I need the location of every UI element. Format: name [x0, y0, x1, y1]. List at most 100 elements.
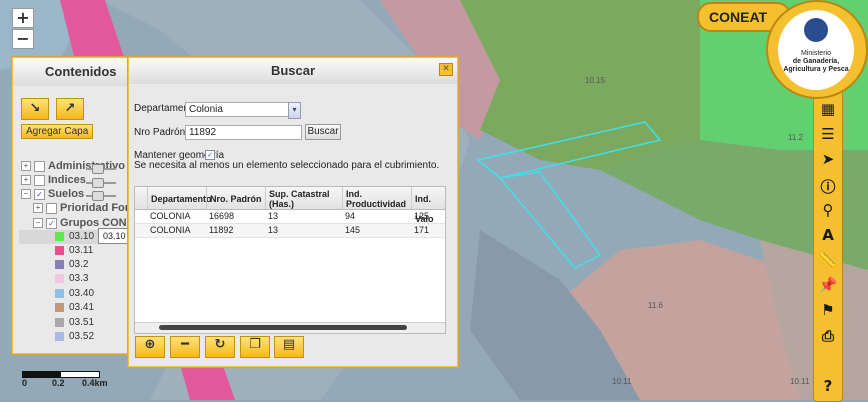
pin-icon[interactable]: 📌	[817, 276, 839, 296]
legend-swatch	[55, 331, 64, 341]
legend-item[interactable]: 03.51	[55, 316, 94, 330]
slider-handle[interactable]	[92, 191, 104, 201]
legend-item[interactable]: 03.41	[55, 301, 94, 315]
legend-swatch	[55, 273, 64, 283]
slider-handle[interactable]	[92, 164, 104, 174]
horizontal-scrollbar[interactable]	[135, 322, 445, 333]
table-cell: 11892	[209, 225, 234, 235]
arrows-in-icon[interactable]: ↘	[21, 98, 49, 120]
layer-checkbox[interactable]	[46, 202, 57, 214]
legend-item[interactable]: 03.40	[55, 287, 94, 301]
expand-icon[interactable]: +	[33, 203, 43, 214]
table-cell: 13	[268, 211, 279, 221]
report-icon[interactable]: ▤	[274, 336, 304, 358]
scale-bar	[22, 371, 100, 378]
tree-item-indices[interactable]: + Indices	[21, 173, 86, 187]
remove-icon[interactable]: ━	[170, 336, 200, 358]
layer-checkbox[interactable]	[34, 160, 45, 172]
copy-icon[interactable]: ❐	[240, 336, 270, 358]
results-grid: Departamento Nro. Padrón Sup. Catastral …	[134, 186, 446, 334]
scale-tick: 0.4km	[82, 378, 108, 388]
legend-swatch	[55, 259, 64, 269]
table-cell: 125	[414, 211, 430, 221]
slider-handle[interactable]	[92, 178, 104, 188]
search-icon[interactable]: ⚲	[817, 201, 839, 221]
opacity-slider[interactable]	[86, 178, 116, 188]
layer-checkbox-checked[interactable]: ✓	[34, 188, 45, 200]
expand-icon[interactable]: +	[21, 161, 31, 172]
zoom-to-icon[interactable]: ⊕	[135, 336, 165, 358]
ruler-icon[interactable]: 📏	[817, 251, 839, 271]
info-text: Se necesita al menos un elemento selecci…	[134, 160, 440, 171]
right-toolbar: ▦ ☰ ➤ ⓘ ⚲ A 📏 📌 ⚑ ⎙ ?	[813, 90, 843, 402]
location-marker-icon[interactable]: ⚑	[817, 301, 839, 321]
column-header[interactable]: Nro. Padrón	[206, 187, 264, 209]
buscar-title: Buscar	[129, 58, 457, 84]
arrows-out-icon[interactable]: ↗	[56, 98, 84, 120]
table-cell: 16698	[209, 211, 235, 221]
table-row[interactable]: COLONIA 11892 13 145 171	[135, 224, 445, 238]
scale-tick: 0	[22, 378, 28, 388]
opacity-slider[interactable]	[86, 191, 116, 201]
expand-icon[interactable]: +	[21, 175, 31, 186]
ministry-name: Ministerio de Ganadería, Agricultura y P…	[783, 50, 849, 73]
help-icon[interactable]: ?	[817, 377, 839, 397]
layers-grid-icon[interactable]: ▦	[817, 100, 839, 120]
mantener-geometria-checkbox[interactable]: ✓	[205, 150, 215, 160]
text-a-icon[interactable]: A	[817, 226, 839, 246]
refresh-icon[interactable]: ↻	[205, 336, 235, 358]
ministry-logo: Ministerio de Ganadería, Agricultura y P…	[766, 0, 868, 99]
legend-swatch	[55, 245, 64, 255]
legend-swatch	[55, 288, 64, 298]
table-cell: 13	[268, 225, 279, 235]
add-layer-button[interactable]: Agregar Capa	[21, 124, 94, 139]
column-header[interactable]: Departamento	[147, 187, 212, 209]
ministry-seal: Ministerio de Ganadería, Agricultura y P…	[778, 10, 854, 90]
close-icon[interactable]: ✕	[439, 63, 453, 76]
zoom-out-button[interactable]: −	[12, 29, 34, 49]
opacity-slider[interactable]	[86, 164, 116, 174]
zoom-in-button[interactable]: +	[12, 8, 34, 28]
map-label: 10.11	[612, 377, 632, 386]
map-label: 10.11	[790, 377, 810, 386]
table-cell: COLONIA	[150, 225, 191, 235]
tree-item-administrativo[interactable]: + Administrativo	[21, 159, 125, 173]
legend-item[interactable]: 03.10	[55, 230, 94, 244]
scale-tick: 0.2	[52, 378, 65, 388]
layer-checkbox[interactable]	[34, 174, 45, 186]
layer-checkbox-checked[interactable]: ✓	[46, 217, 57, 229]
legend-item[interactable]: 03.3	[55, 272, 88, 286]
buscar-button[interactable]: Buscar	[305, 124, 341, 140]
column-header[interactable]: Ind. Productividad	[342, 187, 409, 209]
departamento-select[interactable]: Colonia	[185, 102, 300, 117]
table-cell: 94	[345, 211, 356, 221]
table-row[interactable]: COLONIA 16698 13 94 125	[135, 210, 445, 224]
collapse-icon[interactable]: −	[21, 189, 31, 200]
grid-header: Departamento Nro. Padrón Sup. Catastral …	[135, 187, 445, 224]
list-icon[interactable]: ☰	[817, 125, 839, 145]
navigate-arrow-icon[interactable]: ➤	[817, 150, 839, 170]
info-icon[interactable]: ⓘ	[817, 176, 839, 196]
tree-item-suelos[interactable]: − ✓ Suelos	[21, 187, 84, 201]
legend-item[interactable]: 03.11	[55, 244, 93, 258]
table-cell: 171	[414, 225, 430, 235]
coat-of-arms-icon	[804, 18, 828, 42]
scrollbar-thumb[interactable]	[159, 325, 407, 330]
legend-item[interactable]: 03.2	[55, 258, 88, 272]
padron-input[interactable]: 11892	[185, 125, 302, 140]
collapse-icon[interactable]: −	[33, 218, 43, 229]
legend-tooltip: 03.10	[98, 228, 131, 244]
table-cell: 145	[345, 225, 361, 235]
legend-item[interactable]: 03.52	[55, 330, 94, 344]
legend-swatch	[55, 302, 64, 312]
contenidos-title: Contenidos	[13, 58, 128, 86]
contenidos-panel: Contenidos ↘ ↗ Agregar Capa + Administrat…	[12, 57, 154, 354]
legend-swatch	[55, 231, 64, 241]
column-header[interactable]: Ind. Valo	[411, 187, 445, 224]
map-label: 11.2	[788, 133, 803, 142]
chevron-down-icon[interactable]: ▾	[288, 102, 301, 119]
print-icon[interactable]: ⎙	[817, 327, 839, 347]
column-header[interactable]: Sup. Catastral (Has.)	[265, 187, 341, 209]
map-label: 10.15	[585, 76, 606, 85]
legend-swatch	[55, 317, 64, 327]
